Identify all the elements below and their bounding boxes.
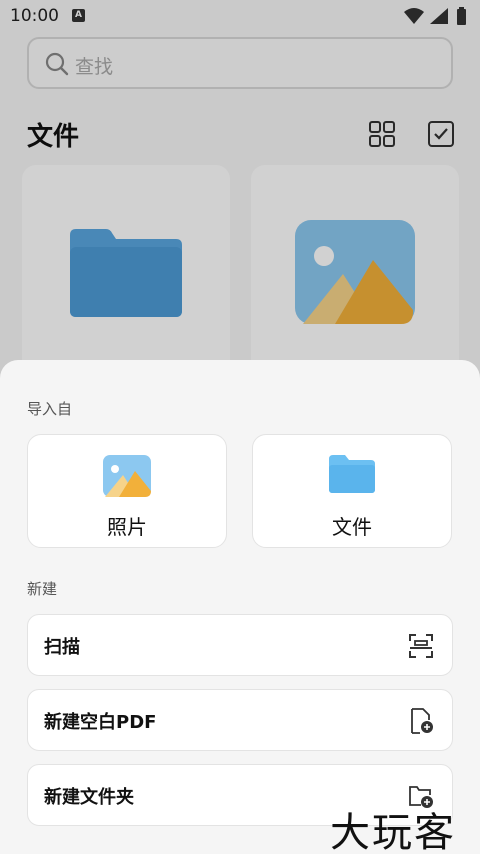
import-files-label: 文件	[332, 515, 372, 539]
scan-button[interactable]: 扫描	[27, 614, 453, 676]
photo-icon	[103, 455, 151, 497]
import-photos-button[interactable]: 照片	[27, 434, 227, 548]
import-files-button[interactable]: 文件	[252, 434, 452, 548]
import-photos-label: 照片	[107, 515, 147, 539]
import-section-label: 导入自	[27, 400, 73, 418]
folder-icon	[329, 455, 375, 493]
new-blank-pdf-label: 新建空白PDF	[44, 712, 157, 733]
new-section-label: 新建	[27, 580, 58, 598]
scan-label: 扫描	[44, 637, 80, 658]
new-folder-label: 新建文件夹	[44, 787, 134, 808]
new-blank-pdf-button[interactable]: 新建空白PDF	[27, 689, 453, 751]
scan-icon	[409, 634, 433, 658]
watermark-logo: 大玩客	[330, 810, 456, 854]
new-pdf-icon	[411, 708, 433, 734]
bottom-sheet: 导入自 照片 文件 新建 扫描 新建空白PDF 新建文件夹	[0, 360, 480, 854]
